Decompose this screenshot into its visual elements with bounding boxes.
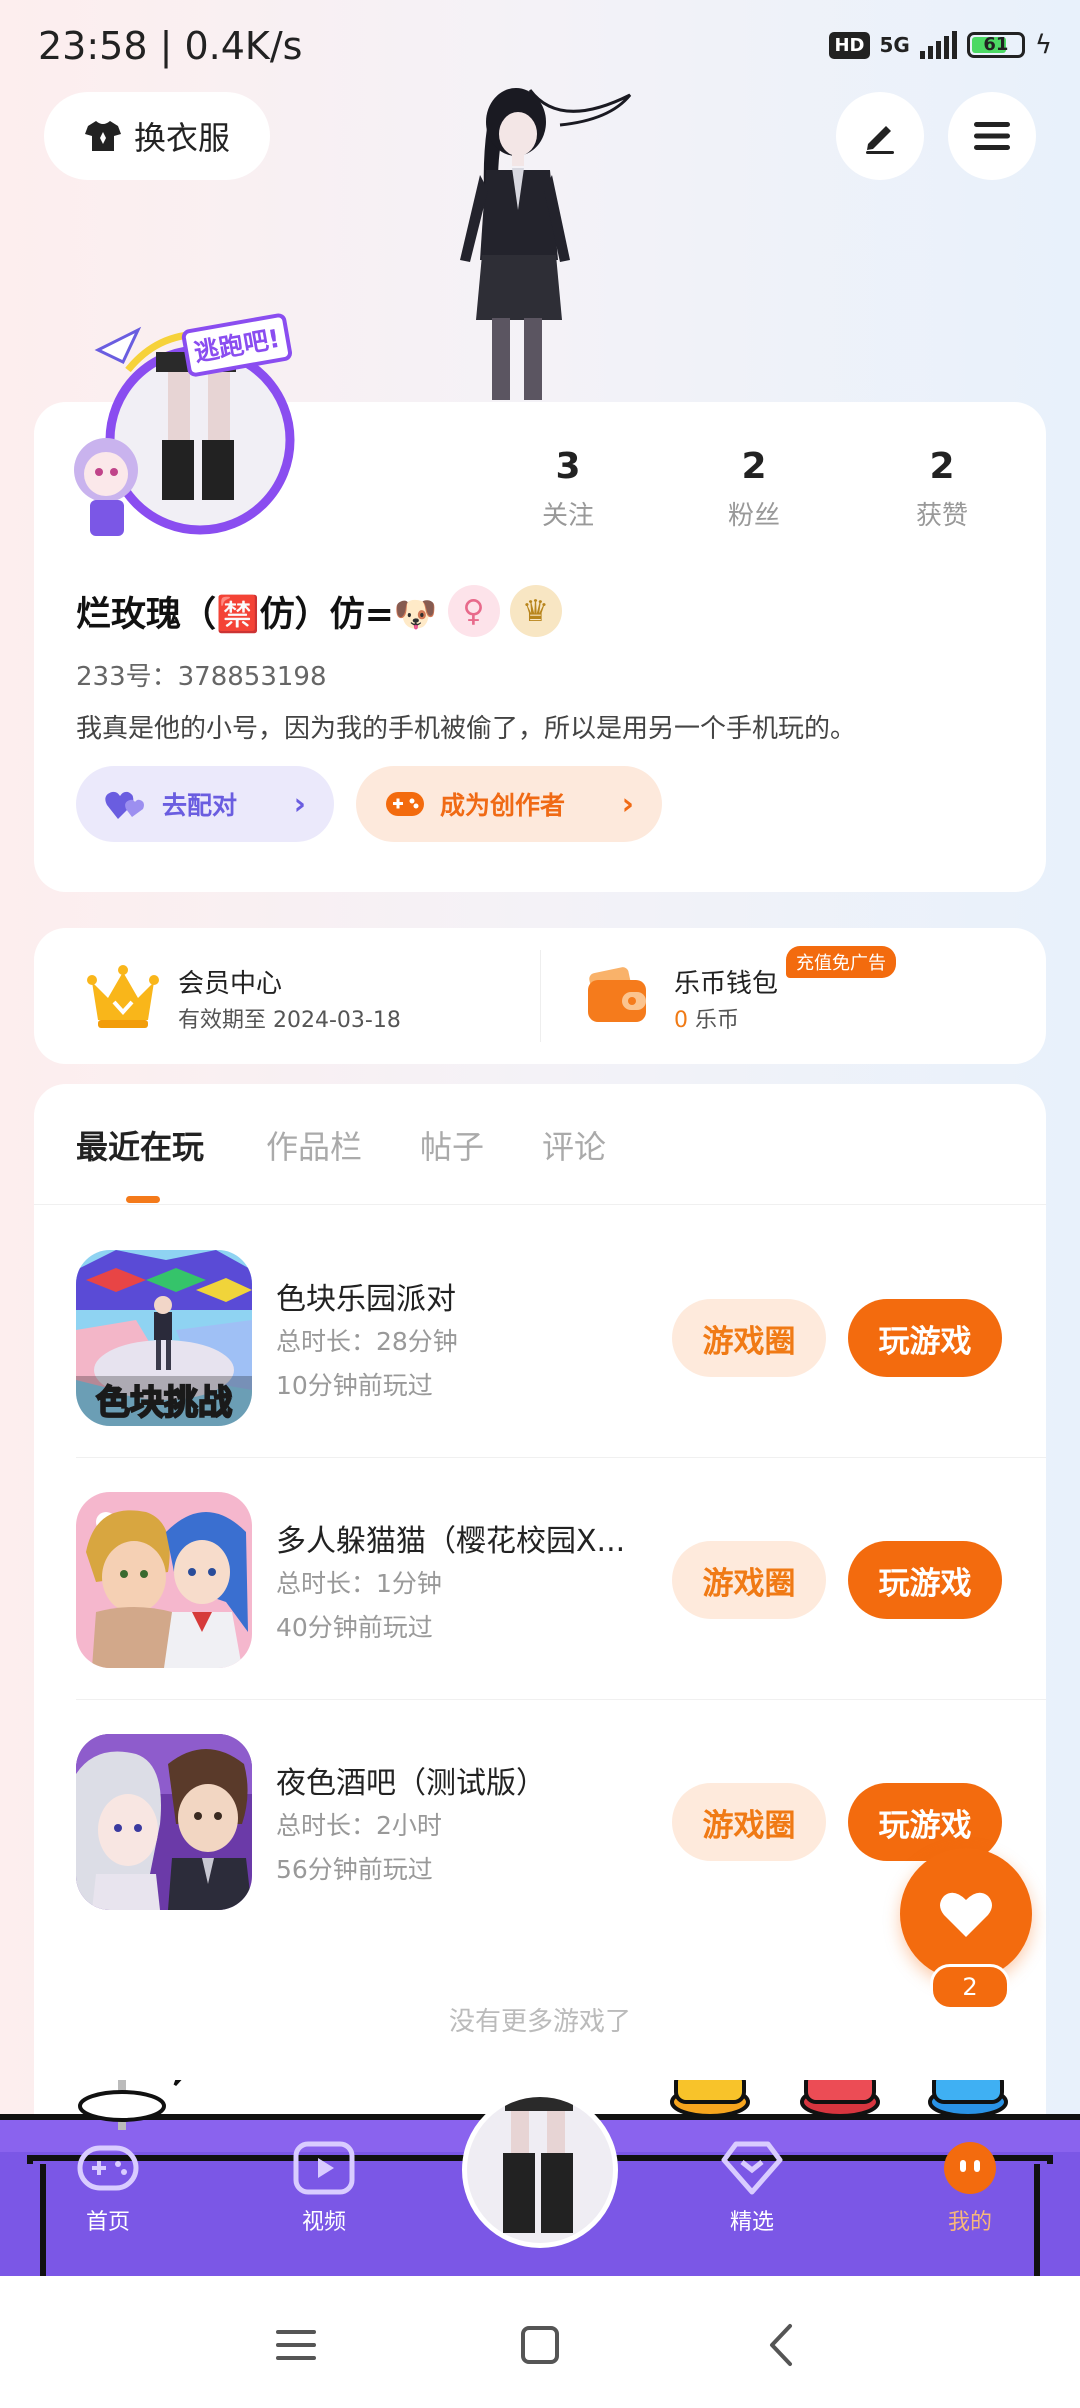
- vip-crown-icon: [87, 965, 159, 1028]
- game-circle-button[interactable]: 游戏圈: [672, 1783, 826, 1861]
- game-icon-night-bar[interactable]: [76, 1734, 252, 1910]
- match-button[interactable]: 去配对 ›: [76, 766, 334, 842]
- hd-badge: HD: [829, 31, 870, 59]
- tab-posts[interactable]: 帖子: [420, 1122, 484, 1168]
- heart-icon: [940, 1892, 992, 1937]
- chevron-right-icon: ›: [621, 786, 634, 822]
- nav-home[interactable]: 首页: [48, 2140, 168, 2236]
- game-duration: 总时长：28分钟: [276, 1327, 458, 1356]
- change-outfit-button[interactable]: 换衣服: [44, 92, 270, 180]
- gamepad-icon: [77, 2145, 139, 2191]
- wallet-icon: [588, 967, 646, 1022]
- nav-featured-label: 精选: [729, 2210, 774, 2235]
- chevron-right-icon: ›: [293, 786, 306, 822]
- stat-likes[interactable]: 2 获赞: [872, 446, 1012, 532]
- crown-badge-icon[interactable]: ♛: [509, 585, 562, 637]
- no-more-games-text: 没有更多游戏了: [448, 2007, 631, 2037]
- double-heart-icon: [105, 791, 144, 819]
- stat-following[interactable]: 3 关注: [498, 446, 638, 532]
- tab-works[interactable]: 作品栏: [266, 1122, 362, 1168]
- game-title: 夜色酒吧（测试版）: [276, 1766, 546, 1801]
- nav-featured[interactable]: 精选: [692, 2140, 812, 2236]
- tab-indicator: [126, 1196, 160, 1203]
- game-icon-text: 色块挑战: [96, 1383, 232, 1423]
- game-last-played: 10分钟前玩过: [276, 1371, 433, 1400]
- nav-video-label: 视频: [301, 2210, 346, 2235]
- game-circle-button[interactable]: 游戏圈: [672, 1541, 826, 1619]
- network-type: 5G: [879, 33, 910, 57]
- game-icon-color-block[interactable]: 色块挑战: [76, 1250, 252, 1426]
- heart-diamond-icon: [721, 2141, 783, 2195]
- game-circle-button[interactable]: 游戏圈: [672, 1299, 826, 1377]
- like-count-badge: 2: [930, 1964, 1010, 2010]
- home-square-icon[interactable]: [510, 2320, 570, 2370]
- become-creator-button[interactable]: 成为创作者 ›: [356, 766, 662, 842]
- edit-profile-button[interactable]: [836, 92, 924, 180]
- game-title: 多人躲猫猫（樱花校园X...: [276, 1524, 626, 1559]
- avatar-character-figure[interactable]: [420, 70, 660, 400]
- video-icon: [293, 2141, 355, 2195]
- pen-icon: [866, 126, 894, 154]
- wallet-balance: 0 乐币: [674, 1008, 740, 1033]
- game-duration: 总时长：1分钟: [276, 1569, 442, 1598]
- become-creator-label: 成为创作者: [440, 791, 566, 820]
- profile-face-icon: [944, 2142, 996, 2194]
- signal-icon: [919, 31, 957, 59]
- game-icon-hide-and-seek[interactable]: [76, 1492, 252, 1668]
- play-game-button[interactable]: 玩游戏: [848, 1299, 1002, 1377]
- promo-badge: 充值免广告: [786, 946, 896, 978]
- nav-video[interactable]: 视频: [264, 2140, 384, 2236]
- female-gender-icon: ♀: [447, 585, 500, 637]
- profile-bio: 我真是他的小号，因为我的手机被偷了，所以是用另一个手机玩的。: [76, 714, 857, 744]
- tab-recently-played[interactable]: 最近在玩: [76, 1122, 204, 1168]
- battery-icon: 61: [966, 32, 1025, 58]
- play-game-button[interactable]: 玩游戏: [848, 1541, 1002, 1619]
- wallet-title: 乐币钱包: [674, 969, 779, 999]
- tab-comments[interactable]: 评论: [542, 1122, 606, 1168]
- user-id: 233号：378853198: [76, 662, 327, 692]
- recent-apps-icon[interactable]: [266, 2320, 326, 2370]
- status-icons: HD 5G 61 ϟ: [829, 30, 1052, 60]
- hamburger-icon: [974, 122, 1010, 150]
- match-button-label: 去配对: [162, 791, 238, 820]
- nav-mine[interactable]: 我的: [910, 2140, 1030, 2236]
- like-button[interactable]: [900, 1848, 1032, 1980]
- vip-expiry: 有效期至 2024-03-18: [178, 1008, 401, 1033]
- change-outfit-label: 换衣服: [133, 119, 230, 157]
- profile-avatar[interactable]: 逃跑吧!: [68, 300, 298, 560]
- charging-icon: ϟ: [1034, 30, 1052, 60]
- stat-followers[interactable]: 2 粉丝: [684, 446, 824, 532]
- game-duration: 总时长：2小时: [276, 1811, 442, 1840]
- game-last-played: 56分钟前玩过: [276, 1855, 433, 1884]
- nav-mine-label: 我的: [947, 2210, 992, 2235]
- vip-center-title: 会员中心: [178, 969, 283, 999]
- gamepad-icon: [386, 792, 424, 816]
- game-title: 色块乐园派对: [276, 1282, 456, 1317]
- profile-name-row: 烂玫瑰（🈲仿）仿=🐶 ♀ ♛: [76, 585, 562, 637]
- back-icon[interactable]: [752, 2320, 812, 2370]
- tshirt-icon: [84, 121, 121, 151]
- nav-home-label: 首页: [85, 2210, 130, 2235]
- tab-divider: [34, 1204, 1046, 1205]
- menu-button[interactable]: [948, 92, 1036, 180]
- game-last-played: 40分钟前玩过: [276, 1613, 433, 1642]
- center-avatar-button[interactable]: [462, 2092, 618, 2248]
- profile-name: 烂玫瑰（🈲仿）仿=🐶: [76, 594, 438, 635]
- status-time: 23:58 | 0.4K/s: [38, 24, 303, 68]
